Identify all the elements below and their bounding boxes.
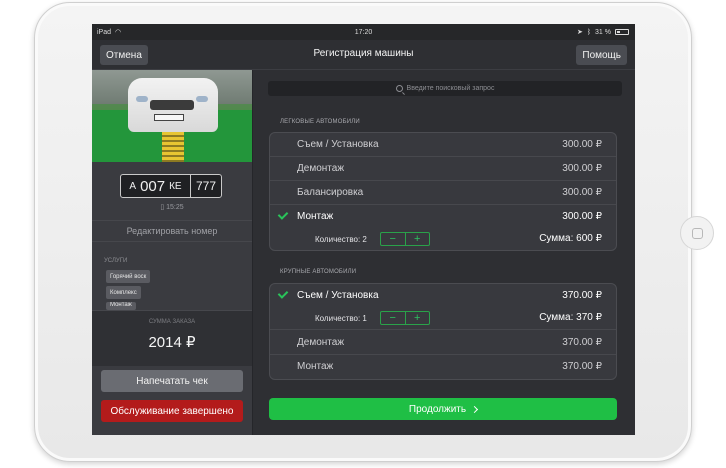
vehicle-panel: А 007 КЕ 777 ▯ 15:25 Редактировать номер… — [92, 70, 252, 435]
service-tag[interactable]: Горячий воск — [106, 270, 151, 283]
section-title-large: Крупные автомобили — [280, 269, 357, 275]
quantity-label: Количество: 1 — [315, 314, 367, 323]
home-square-icon — [691, 227, 703, 239]
quantity-stepper: − + — [380, 311, 430, 325]
battery-icon — [615, 29, 629, 35]
search-icon — [395, 85, 403, 92]
service-row[interactable]: Монтаж 370.00 ₽ — [270, 355, 616, 379]
section-title-cars: Легковые автомобили — [280, 119, 360, 125]
increment-button[interactable]: + — [406, 233, 430, 245]
bluetooth-icon: ᛒ — [586, 28, 592, 36]
service-row[interactable]: Съем / Установка 300.00 ₽ — [270, 133, 616, 157]
home-button[interactable] — [680, 216, 714, 250]
increment-button[interactable]: + — [406, 312, 430, 324]
service-row[interactable]: Демонтаж 300.00 ₽ — [270, 157, 616, 181]
quantity-row: Количество: 1 − + Сумма: 370 ₽ — [270, 306, 616, 330]
service-row-selected[interactable]: Монтаж 300.00 ₽ — [270, 205, 616, 229]
app-screen: iPad ◠ 17:20 ➤ ᛒ 31 % Отмена Регистрация… — [92, 24, 635, 435]
plate-letter: А — [129, 180, 137, 192]
plate-letters: КЕ — [169, 180, 182, 192]
service-row-selected[interactable]: Съем / Установка 370.00 ₽ — [270, 284, 616, 308]
page-title: Регистрация машины — [313, 48, 414, 59]
service-row[interactable]: Балансировка 300.00 ₽ — [270, 181, 616, 205]
status-bar: iPad ◠ 17:20 ➤ ᛒ 31 % — [92, 24, 635, 40]
battery-percent: 31 % — [595, 28, 611, 36]
plate-region: 777 — [195, 179, 217, 193]
search-input[interactable]: Введите поисковый запрос — [268, 81, 622, 96]
decrement-button[interactable]: − — [381, 233, 406, 245]
services-list-cars: Съем / Установка 300.00 ₽ Демонтаж 300.0… — [269, 132, 617, 251]
license-plate: А 007 КЕ 777 — [120, 174, 222, 198]
row-sum: Сумма: 370 ₽ — [539, 312, 602, 323]
service-row[interactable]: Демонтаж 370.00 ₽ — [270, 331, 616, 355]
services-title: Услуги — [104, 258, 128, 264]
help-button[interactable]: Помощь — [576, 45, 627, 65]
continue-button[interactable]: Продолжить — [269, 398, 617, 420]
search-placeholder: Введите поисковый запрос — [406, 85, 495, 92]
quantity-row: Количество: 2 − + Сумма: 600 ₽ — [270, 227, 616, 251]
trash-icon: ▯ — [160, 204, 165, 211]
total-label: Сумма заказа — [148, 319, 196, 325]
car-photo[interactable] — [92, 70, 252, 162]
location-icon: ➤ — [576, 29, 583, 36]
nav-bar: Отмена Регистрация машины Помощь — [92, 40, 635, 70]
chevron-right-icon — [471, 405, 479, 413]
check-icon — [277, 209, 289, 220]
edit-plate-button[interactable]: Редактировать номер — [92, 220, 252, 242]
decrement-button[interactable]: − — [381, 312, 406, 324]
check-icon — [277, 288, 289, 299]
status-time: 17:20 — [354, 28, 373, 36]
quantity-stepper: − + — [380, 232, 430, 246]
service-tag[interactable]: Монтаж — [106, 302, 136, 310]
plate-number: 007 — [140, 177, 166, 195]
arrival-time: ▯ 15:25 — [160, 204, 184, 211]
services-list-large: Съем / Установка 370.00 ₽ Количество: 1 … — [269, 283, 617, 380]
service-complete-button[interactable]: Обслуживание завершено — [101, 400, 243, 422]
quantity-label: Количество: 2 — [315, 235, 367, 244]
order-total: Сумма заказа 2014 ₽ — [92, 310, 252, 366]
service-tag[interactable]: Комплекс — [106, 286, 141, 299]
row-sum: Сумма: 600 ₽ — [539, 233, 602, 244]
print-receipt-button[interactable]: Напечатать чек — [101, 370, 243, 392]
total-value: 2014 ₽ — [148, 334, 196, 351]
